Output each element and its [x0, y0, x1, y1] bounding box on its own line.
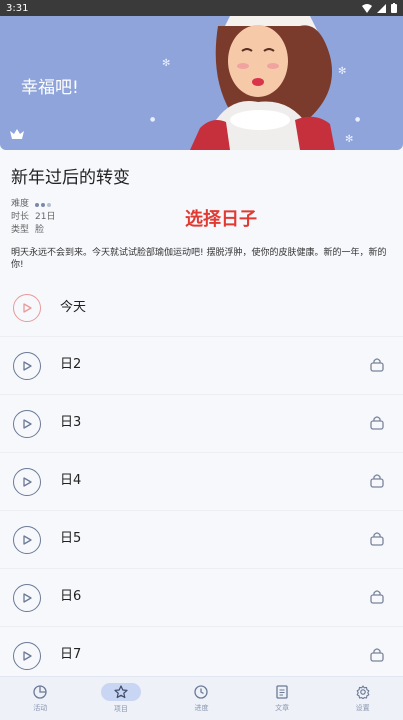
snowflake-icon: ✻	[345, 134, 354, 145]
course-title: 新年过后的转变	[11, 168, 130, 188]
play-button[interactable]	[13, 409, 41, 438]
play-icon	[22, 592, 32, 603]
meta-label: 时长	[11, 212, 30, 222]
signal-icon	[377, 3, 386, 13]
choose-day-annotation: 选择日子	[185, 209, 257, 230]
play-icon	[22, 650, 32, 661]
tab-label: 文章	[275, 704, 290, 712]
course-meta: 难度 时长 21日 类型 脸	[11, 198, 55, 237]
status-icons	[362, 3, 397, 13]
star-icon	[100, 683, 141, 701]
pie-chart-icon	[33, 684, 47, 700]
day-label: 日3	[60, 415, 82, 430]
day-item[interactable]: 日3	[0, 395, 403, 453]
play-icon	[22, 302, 32, 313]
day-item[interactable]: 日5	[0, 511, 403, 569]
lock-icon	[370, 416, 384, 430]
day-item[interactable]: 日2	[0, 337, 403, 395]
battery-icon	[391, 3, 397, 13]
difficulty-dot	[35, 202, 40, 207]
tab-label: 项目	[113, 705, 128, 713]
play-button[interactable]	[13, 467, 41, 496]
document-icon	[276, 684, 288, 700]
day-item[interactable]: 日6	[0, 569, 403, 627]
tab-label: 设置	[355, 704, 370, 712]
meta-row-difficulty: 难度	[11, 198, 55, 211]
tab-progress[interactable]: 进度	[161, 677, 242, 720]
day-label: 日5	[60, 531, 82, 546]
difficulty-dots	[35, 202, 52, 207]
difficulty-dot	[47, 202, 52, 207]
play-icon	[22, 418, 32, 429]
crown-icon	[10, 129, 24, 139]
tab-projects[interactable]: 项目	[81, 677, 162, 720]
course-banner: ✻ ✻ ● ● ✻ 幸福吧!	[0, 16, 403, 150]
meta-value: 脸	[35, 225, 45, 235]
play-button[interactable]	[13, 351, 41, 380]
meta-row-duration: 时长 21日	[11, 211, 55, 224]
snowflake-icon: ●	[150, 116, 156, 123]
tab-settings[interactable]: 设置	[322, 677, 403, 720]
status-time: 3:31	[6, 2, 29, 14]
lock-icon	[370, 590, 384, 604]
play-button[interactable]	[13, 583, 41, 612]
play-icon	[22, 476, 32, 487]
snowflake-icon: ✻	[162, 58, 171, 69]
meta-value: 21日	[35, 212, 56, 222]
tab-articles[interactable]: 文章	[242, 677, 323, 720]
snowflake-icon: ●	[355, 116, 361, 123]
play-icon	[22, 534, 32, 545]
difficulty-dot	[41, 202, 46, 207]
gear-icon	[356, 684, 370, 700]
day-label: 日4	[60, 473, 82, 488]
play-button[interactable]	[13, 641, 41, 670]
day-item[interactable]: 日4	[0, 453, 403, 511]
day-list: 今天 日2 日3 日4 日5 日6 日7	[0, 279, 403, 685]
woman-illustration	[190, 16, 335, 150]
banner-title: 幸福吧!	[21, 78, 79, 98]
day-item-today[interactable]: 今天	[0, 279, 403, 337]
lock-icon	[370, 358, 384, 372]
lock-icon	[370, 532, 384, 546]
wifi-icon	[362, 3, 372, 13]
clock-icon	[194, 684, 209, 700]
lock-icon	[370, 474, 384, 488]
day-label: 日2	[60, 357, 82, 372]
meta-label: 难度	[11, 199, 30, 209]
meta-row-type: 类型 脸	[11, 224, 55, 237]
day-label: 日7	[60, 647, 82, 662]
play-button[interactable]	[13, 293, 41, 322]
play-button[interactable]	[13, 525, 41, 554]
day-label: 日6	[60, 589, 82, 604]
status-bar: 3:31	[0, 0, 403, 16]
tab-label: 进度	[194, 704, 209, 712]
tab-activity[interactable]: 活动	[0, 677, 81, 720]
bottom-navigation: 活动 项目 进度 文章 设置	[0, 676, 403, 720]
play-icon	[22, 360, 32, 371]
lock-icon	[370, 648, 384, 662]
tab-label: 活动	[33, 704, 48, 712]
course-description: 明天永远不会到来。今天就试试脸部瑜伽运动吧! 摆脱浮肿，使你的皮肤健康。新的一年…	[11, 248, 387, 270]
meta-label: 类型	[11, 225, 30, 235]
day-label: 今天	[60, 300, 87, 315]
